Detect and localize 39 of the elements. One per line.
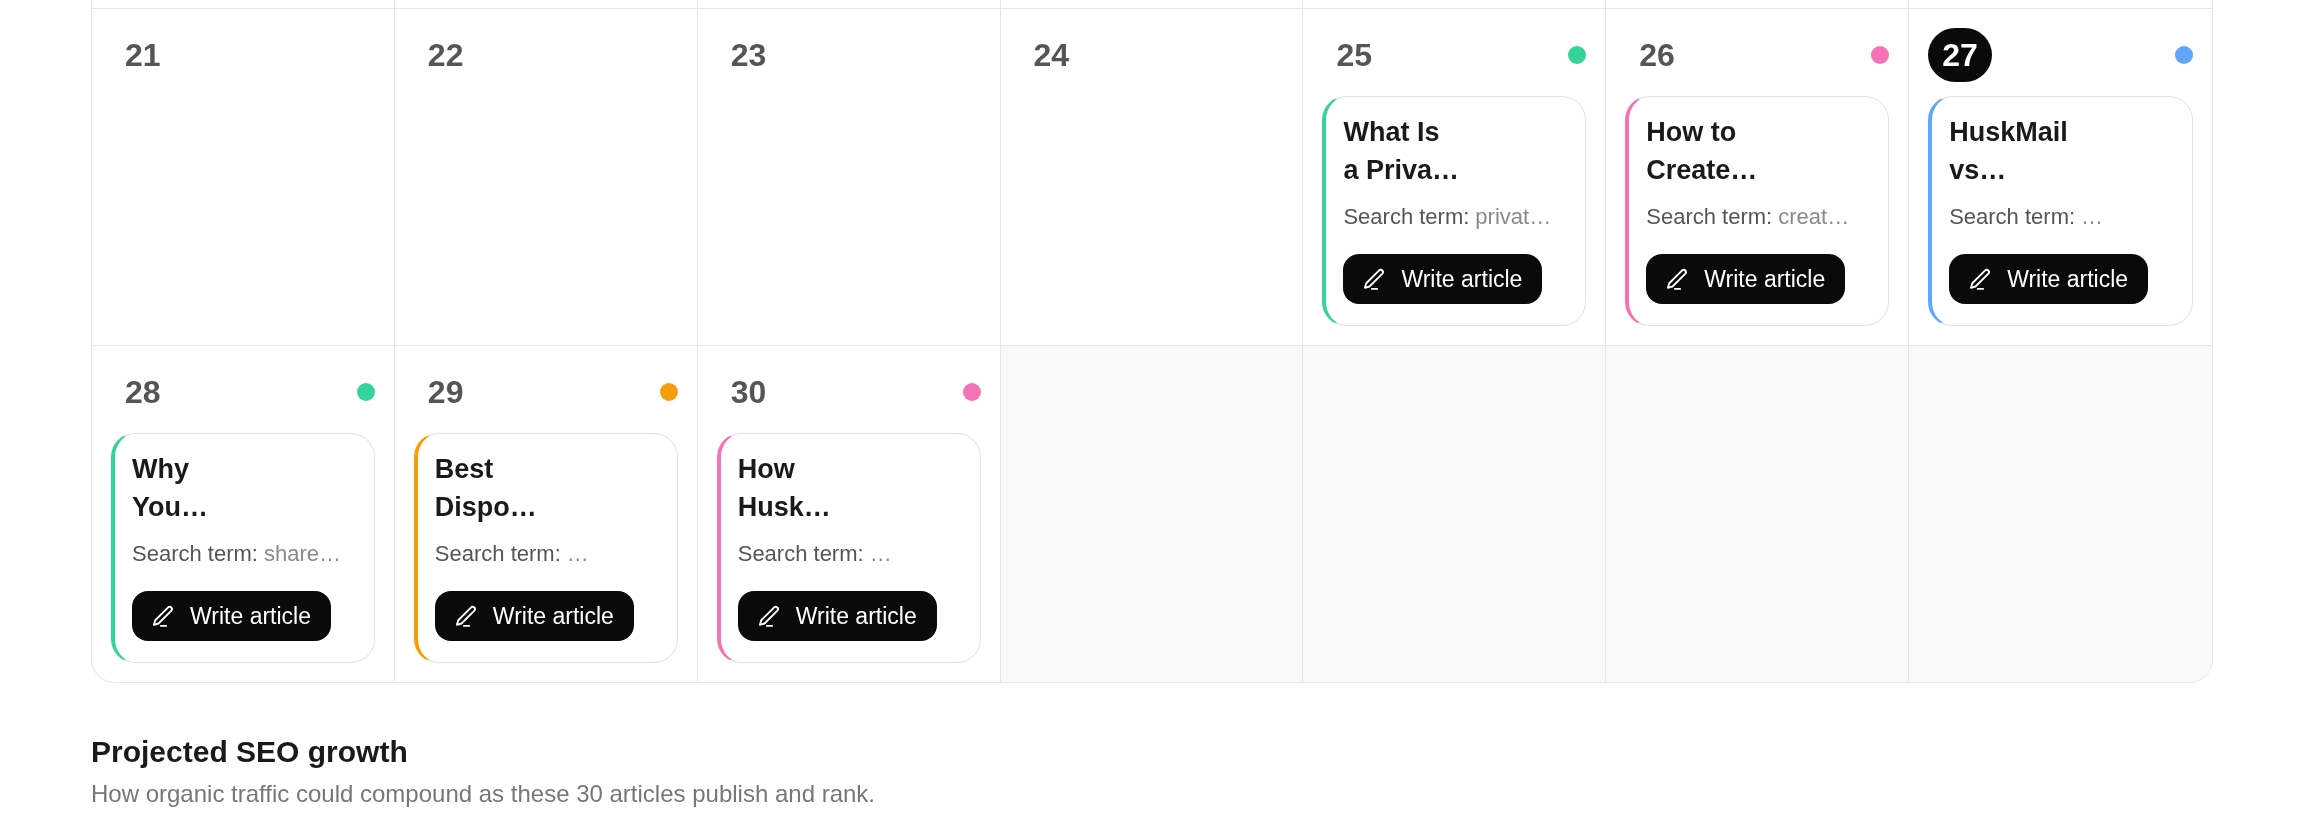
search-term-label: Search term: <box>434 540 561 568</box>
day-number: 30 <box>729 372 768 412</box>
day-number: 25 <box>1335 35 1373 75</box>
search-term-label: Search term: <box>132 540 258 568</box>
day-number: 29 <box>426 372 465 412</box>
search-term-value: … <box>566 540 589 568</box>
article-title: How Husk… <box>737 453 831 524</box>
article-title: Best Dispo… <box>434 453 537 524</box>
pencil-icon <box>151 603 176 629</box>
day-number: 21 <box>124 35 162 75</box>
write-article-button[interactable]: Write article <box>434 591 634 641</box>
pencil-icon <box>453 603 479 629</box>
article-title: What Is a Priva… <box>1343 116 1459 187</box>
section-heading: Projected SEO growth <box>91 734 409 770</box>
search-term-label: Search term: <box>1646 203 1773 231</box>
article-title: Why You… <box>132 453 208 524</box>
article-title: How to Create… <box>1646 116 1758 187</box>
write-article-button[interactable]: Write article <box>1646 254 1846 304</box>
article-title: HuskMail vs… <box>1949 116 2068 187</box>
search-term-value: … <box>869 540 892 568</box>
search-term-value: creat… <box>1778 203 1850 231</box>
search-term-value: privat… <box>1475 203 1552 231</box>
search-term-value: share… <box>263 540 341 568</box>
write-article-button[interactable]: Write article <box>1949 254 2149 304</box>
section-subtitle: How organic traffic could compound as these 30 articles publish and rank. <box>91 779 876 809</box>
day-number: 24 <box>1032 35 1071 75</box>
search-term-label: Search term: <box>737 540 864 568</box>
write-article-button[interactable]: Write article <box>132 591 331 641</box>
search-term-label: Search term: <box>1343 203 1470 231</box>
day-number: 22 <box>426 35 465 75</box>
pencil-icon <box>756 603 782 629</box>
write-article-button[interactable]: Write article <box>737 591 937 641</box>
day-number: 27 <box>1928 28 1992 82</box>
search-term-value: … <box>2081 203 2104 231</box>
day-number: 26 <box>1638 35 1676 75</box>
day-number: 23 <box>729 35 768 75</box>
search-term-label: Search term: <box>1949 203 2076 231</box>
day-number: 28 <box>124 372 162 412</box>
write-article-button[interactable]: Write article <box>1343 254 1543 304</box>
